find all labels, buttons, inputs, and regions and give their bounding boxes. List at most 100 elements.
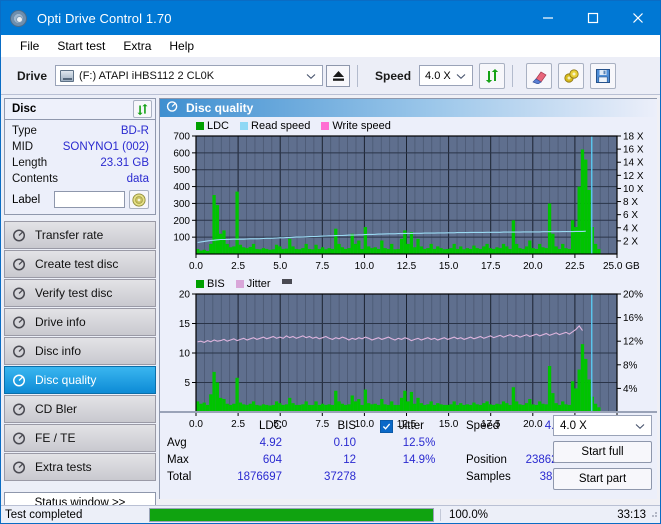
svg-text:400: 400 <box>173 182 190 193</box>
chevron-down-icon <box>635 421 645 433</box>
menu-item-extra[interactable]: Extra <box>114 37 160 55</box>
main-panel: Disc quality LDC Read speed Write speed … <box>159 98 657 499</box>
start-part-button[interactable]: Start part <box>553 468 652 490</box>
sidebar-item-disc-quality[interactable]: Disc quality <box>4 366 156 394</box>
disc-type-label: Type <box>12 125 37 137</box>
refresh-button[interactable] <box>479 62 506 89</box>
chevron-down-icon <box>306 71 316 83</box>
sidebar-item-disc-info[interactable]: Disc info <box>4 337 156 365</box>
disc-label-label: Label <box>12 193 41 206</box>
gauge-icon <box>12 257 27 272</box>
save-button[interactable] <box>590 62 617 89</box>
stats-ldc-max: 604 <box>262 454 282 466</box>
sidebar-nav: Transfer rate Create test disc Verify te… <box>4 221 156 481</box>
svg-text:8 X: 8 X <box>623 197 638 208</box>
sidebar-item-extra-tests[interactable]: Extra tests <box>4 453 156 481</box>
menu-item-file[interactable]: File <box>11 37 48 55</box>
svg-text:10.0: 10.0 <box>355 261 375 272</box>
jitter-max-value: 14.9% <box>402 454 436 466</box>
jitter-header-row: Jitter <box>380 418 466 435</box>
sidebar-label-fe-te: FE / TE <box>35 431 76 445</box>
sidebar-item-verify-test-disc[interactable]: Verify test disc <box>4 279 156 307</box>
svg-text:25.0 GB: 25.0 GB <box>603 261 640 272</box>
disc-quality-icon <box>166 100 179 116</box>
toolbar: Drive (F:) ATAPI iHBS112 2 CL0K Speed 4.… <box>1 57 660 95</box>
svg-text:5: 5 <box>184 378 190 389</box>
ldc-legend: LDC Read speed Write speed <box>160 119 657 132</box>
svg-text:2.5: 2.5 <box>231 261 245 272</box>
svg-text:300: 300 <box>173 199 190 210</box>
close-button[interactable] <box>615 1 660 35</box>
drive-select[interactable]: (F:) ATAPI iHBS112 2 CL0K <box>55 65 324 86</box>
minimize-button[interactable] <box>525 1 570 35</box>
sidebar-item-drive-info[interactable]: Drive info <box>4 308 156 336</box>
bis-legend: BIS Jitter <box>160 277 657 290</box>
svg-text:600: 600 <box>173 148 190 159</box>
disc-label-input[interactable] <box>54 191 125 208</box>
svg-text:4%: 4% <box>623 384 638 395</box>
sidebar-label-transfer-rate: Transfer rate <box>35 228 104 242</box>
window-controls <box>525 1 660 35</box>
svg-text:700: 700 <box>173 132 190 143</box>
ldc-chart[interactable]: 100 200 300 400 500 600 700 2 X 4 X 6 X 8 X 10 X 12 … <box>160 132 657 274</box>
disc-row-length: Length 23.31 GB <box>12 155 149 171</box>
erase-button[interactable] <box>526 62 553 89</box>
sidebar-label-create-test-disc: Create test disc <box>35 257 119 271</box>
disc-contents-label: Contents <box>12 173 59 185</box>
maximize-button[interactable] <box>570 1 615 35</box>
gauge-icon <box>12 460 27 475</box>
start-full-button[interactable]: Start full <box>553 441 652 463</box>
menu-bar: File Start test Extra Help <box>1 35 660 57</box>
speed-select[interactable]: 4.0 X <box>419 65 474 86</box>
svg-text:6 X: 6 X <box>623 210 638 221</box>
svg-text:18 X: 18 X <box>623 132 644 143</box>
stats-column-bis: BIS 0.10 12 37278 <box>282 418 356 486</box>
jitter-checkbox[interactable] <box>380 420 393 433</box>
disc-icon-button[interactable] <box>129 190 149 209</box>
speed-stat-label: Speed <box>466 420 500 432</box>
sidebar-item-fe-te[interactable]: FE / TE <box>4 424 156 452</box>
stats-column-jitter: Jitter 12.5% 14.9% <box>356 418 466 486</box>
svg-text:2 X: 2 X <box>623 236 638 247</box>
sidebar-item-cd-bler[interactable]: CD Bler <box>4 395 156 423</box>
svg-text:16%: 16% <box>623 313 643 324</box>
stats-bis-avg: 0.10 <box>333 437 356 449</box>
svg-text:14 X: 14 X <box>623 158 644 169</box>
app-window: Opti Drive Control 1.70 File Start test … <box>0 0 661 524</box>
tools-button[interactable] <box>558 62 585 89</box>
eject-button[interactable] <box>326 64 351 87</box>
disc-row-contents: Contents data <box>12 171 149 187</box>
stats-column-ldc: LDC 4.92 604 1876697 <box>208 418 282 486</box>
disc-quality-title: Disc quality <box>186 101 254 115</box>
drive-select-value: (F:) ATAPI iHBS112 2 CL0K <box>79 69 215 82</box>
svg-text:7.5: 7.5 <box>315 261 329 272</box>
action-buttons: 4.0 X Start full Start part <box>553 415 652 490</box>
progress-percent: 100.0% <box>440 508 520 521</box>
svg-text:10 X: 10 X <box>623 184 644 195</box>
legend-item-bis: BIS <box>196 278 225 290</box>
gauge-icon <box>12 431 27 446</box>
legend-swatch-bis <box>196 279 204 288</box>
test-speed-select[interactable]: 4.0 X <box>553 415 652 436</box>
progress-bar <box>149 507 434 522</box>
sidebar-item-create-test-disc[interactable]: Create test disc <box>4 250 156 278</box>
menu-item-help[interactable]: Help <box>160 37 203 55</box>
toolbar-divider <box>357 64 359 87</box>
chevron-down-icon <box>456 71 466 83</box>
app-logo-icon <box>10 9 27 27</box>
stats-bis-max: 12 <box>343 454 356 466</box>
sidebar-item-transfer-rate[interactable]: Transfer rate <box>4 221 156 249</box>
stats-ldc-total: 1876697 <box>237 471 282 483</box>
sidebar-label-extra-tests: Extra tests <box>35 460 92 474</box>
svg-text:17.5: 17.5 <box>481 261 501 272</box>
disc-quality-header: Disc quality <box>160 99 657 117</box>
resize-grip-icon[interactable] <box>648 508 658 521</box>
svg-text:20.0: 20.0 <box>523 261 543 272</box>
menu-item-start-test[interactable]: Start test <box>48 37 114 55</box>
gauge-icon <box>12 402 27 417</box>
stats-ldc-avg: 4.92 <box>259 437 282 449</box>
legend-label-read-speed: Read speed <box>251 119 311 132</box>
disc-refresh-button[interactable] <box>133 100 152 118</box>
disc-contents-value: data <box>126 173 149 185</box>
svg-text:12%: 12% <box>623 337 643 348</box>
